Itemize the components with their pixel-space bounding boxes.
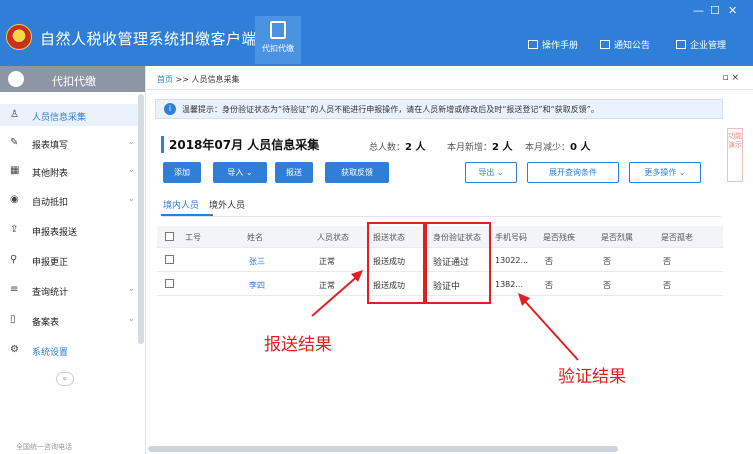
table-horizontal-scrollbar[interactable] <box>148 446 618 452</box>
verify-result-annotation: 验证结果 <box>558 367 626 387</box>
verify-arrow <box>521 297 579 361</box>
submit-arrow <box>311 273 361 317</box>
submit-result-annotation: 报送结果 <box>264 335 332 355</box>
annotation-arrows <box>311 270 579 361</box>
